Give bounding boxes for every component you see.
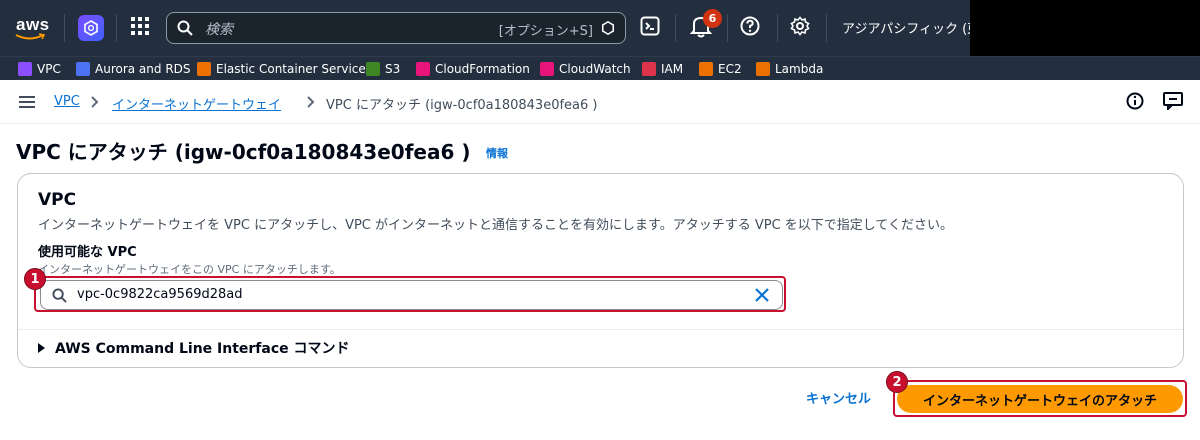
favorite-cloudwatch[interactable]: CloudWatch (540, 61, 631, 77)
annotation-highlight-1 (34, 276, 786, 312)
panel-heading: VPC (38, 190, 77, 210)
search-shortcut: [オプション+S] (498, 24, 593, 39)
breadcrumb-internet-gateways[interactable]: インターネットゲートウェイ (112, 94, 281, 113)
chevron-right-icon (307, 96, 315, 108)
help-icon[interactable] (740, 16, 760, 36)
cloudformation-service-icon (416, 62, 430, 76)
favorite-cloudformation[interactable]: CloudFormation (416, 61, 530, 77)
nav-separator (64, 14, 65, 42)
amazon-q-icon[interactable] (78, 15, 104, 41)
annotation-marker-1: 1 (24, 268, 46, 290)
s3-service-icon (366, 62, 380, 76)
favorite-s3[interactable]: S3 (366, 61, 400, 77)
favorite-lambda[interactable]: Lambda (756, 61, 823, 77)
feedback-icon[interactable] (1163, 92, 1183, 110)
favorite-iam[interactable]: IAM (642, 61, 683, 77)
region-selector[interactable]: アジアパシフィック (東京) (842, 18, 970, 37)
favorite-ecs[interactable]: Elastic Container Service (197, 61, 366, 77)
services-grid-icon[interactable] (130, 16, 152, 38)
panel-divider (18, 329, 1183, 330)
aws-logo-text: aws (16, 15, 50, 34)
favorites-bar: VPC Aurora and RDS Elastic Container Ser… (0, 56, 1200, 80)
breadcrumb-vpc[interactable]: VPC (54, 94, 80, 109)
info-panel-icon[interactable] (1126, 92, 1144, 110)
caret-right-icon (38, 343, 45, 353)
redacted-account-area (970, 0, 1200, 56)
cancel-button[interactable]: キャンセル (806, 388, 871, 407)
global-search-input[interactable]: 検索 [オプション+S] (166, 12, 626, 44)
vpc-settings-panel: VPC インターネットゲートウェイを VPC にアタッチし、VPC がインターネ… (17, 173, 1184, 368)
favorite-aurora-rds[interactable]: Aurora and RDS (76, 61, 191, 77)
nav-separator (777, 14, 778, 42)
cloudshell-icon[interactable] (640, 16, 660, 36)
search-icon (177, 20, 193, 36)
menu-icon[interactable] (18, 95, 36, 109)
aws-logo[interactable]: aws (12, 10, 52, 44)
lambda-service-icon (756, 62, 770, 76)
page-title: VPC にアタッチ (igw-0cf0a180843e0fea6 ) (16, 140, 471, 164)
favorite-vpc[interactable]: VPC (18, 61, 61, 77)
gear-icon[interactable] (790, 16, 810, 36)
info-link[interactable]: 情報 (486, 145, 508, 161)
annotation-highlight-2 (893, 380, 1187, 417)
chevron-right-icon (91, 96, 99, 108)
vpc-service-icon (18, 62, 32, 76)
top-navigation: aws 検索 [オプション+S] 6 アジアパシフィック (東京) (0, 0, 1200, 56)
search-placeholder: 検索 (205, 22, 233, 38)
notification-badge: 6 (703, 9, 722, 28)
cli-command-expander[interactable]: AWS Command Line Interface コマンド (38, 338, 350, 358)
amazon-q-small-icon (601, 21, 615, 35)
breadcrumb-bar: VPC インターネットゲートウェイ VPC にアタッチ (igw-0cf0a18… (0, 80, 1200, 124)
annotation-marker-2: 2 (886, 371, 908, 393)
ecs-service-icon (197, 62, 211, 76)
rds-service-icon (76, 62, 90, 76)
ec2-service-icon (699, 62, 713, 76)
iam-service-icon (642, 62, 656, 76)
nav-separator (675, 14, 676, 42)
breadcrumb-current: VPC にアタッチ (igw-0cf0a180843e0fea6 ) (326, 98, 598, 113)
favorite-ec2[interactable]: EC2 (699, 61, 742, 77)
nav-separator (826, 14, 827, 42)
cloudwatch-service-icon (540, 62, 554, 76)
available-vpc-hint: インターネットゲートウェイをこの VPC にアタッチします。 (38, 263, 341, 276)
available-vpc-label: 使用可能な VPC (38, 245, 137, 260)
cli-expander-label: AWS Command Line Interface コマンド (55, 341, 350, 357)
panel-description: インターネットゲートウェイを VPC にアタッチし、VPC がインターネットと通… (38, 218, 954, 233)
nav-separator (727, 14, 728, 42)
aws-smile-icon (15, 33, 45, 40)
nav-separator (116, 14, 117, 42)
